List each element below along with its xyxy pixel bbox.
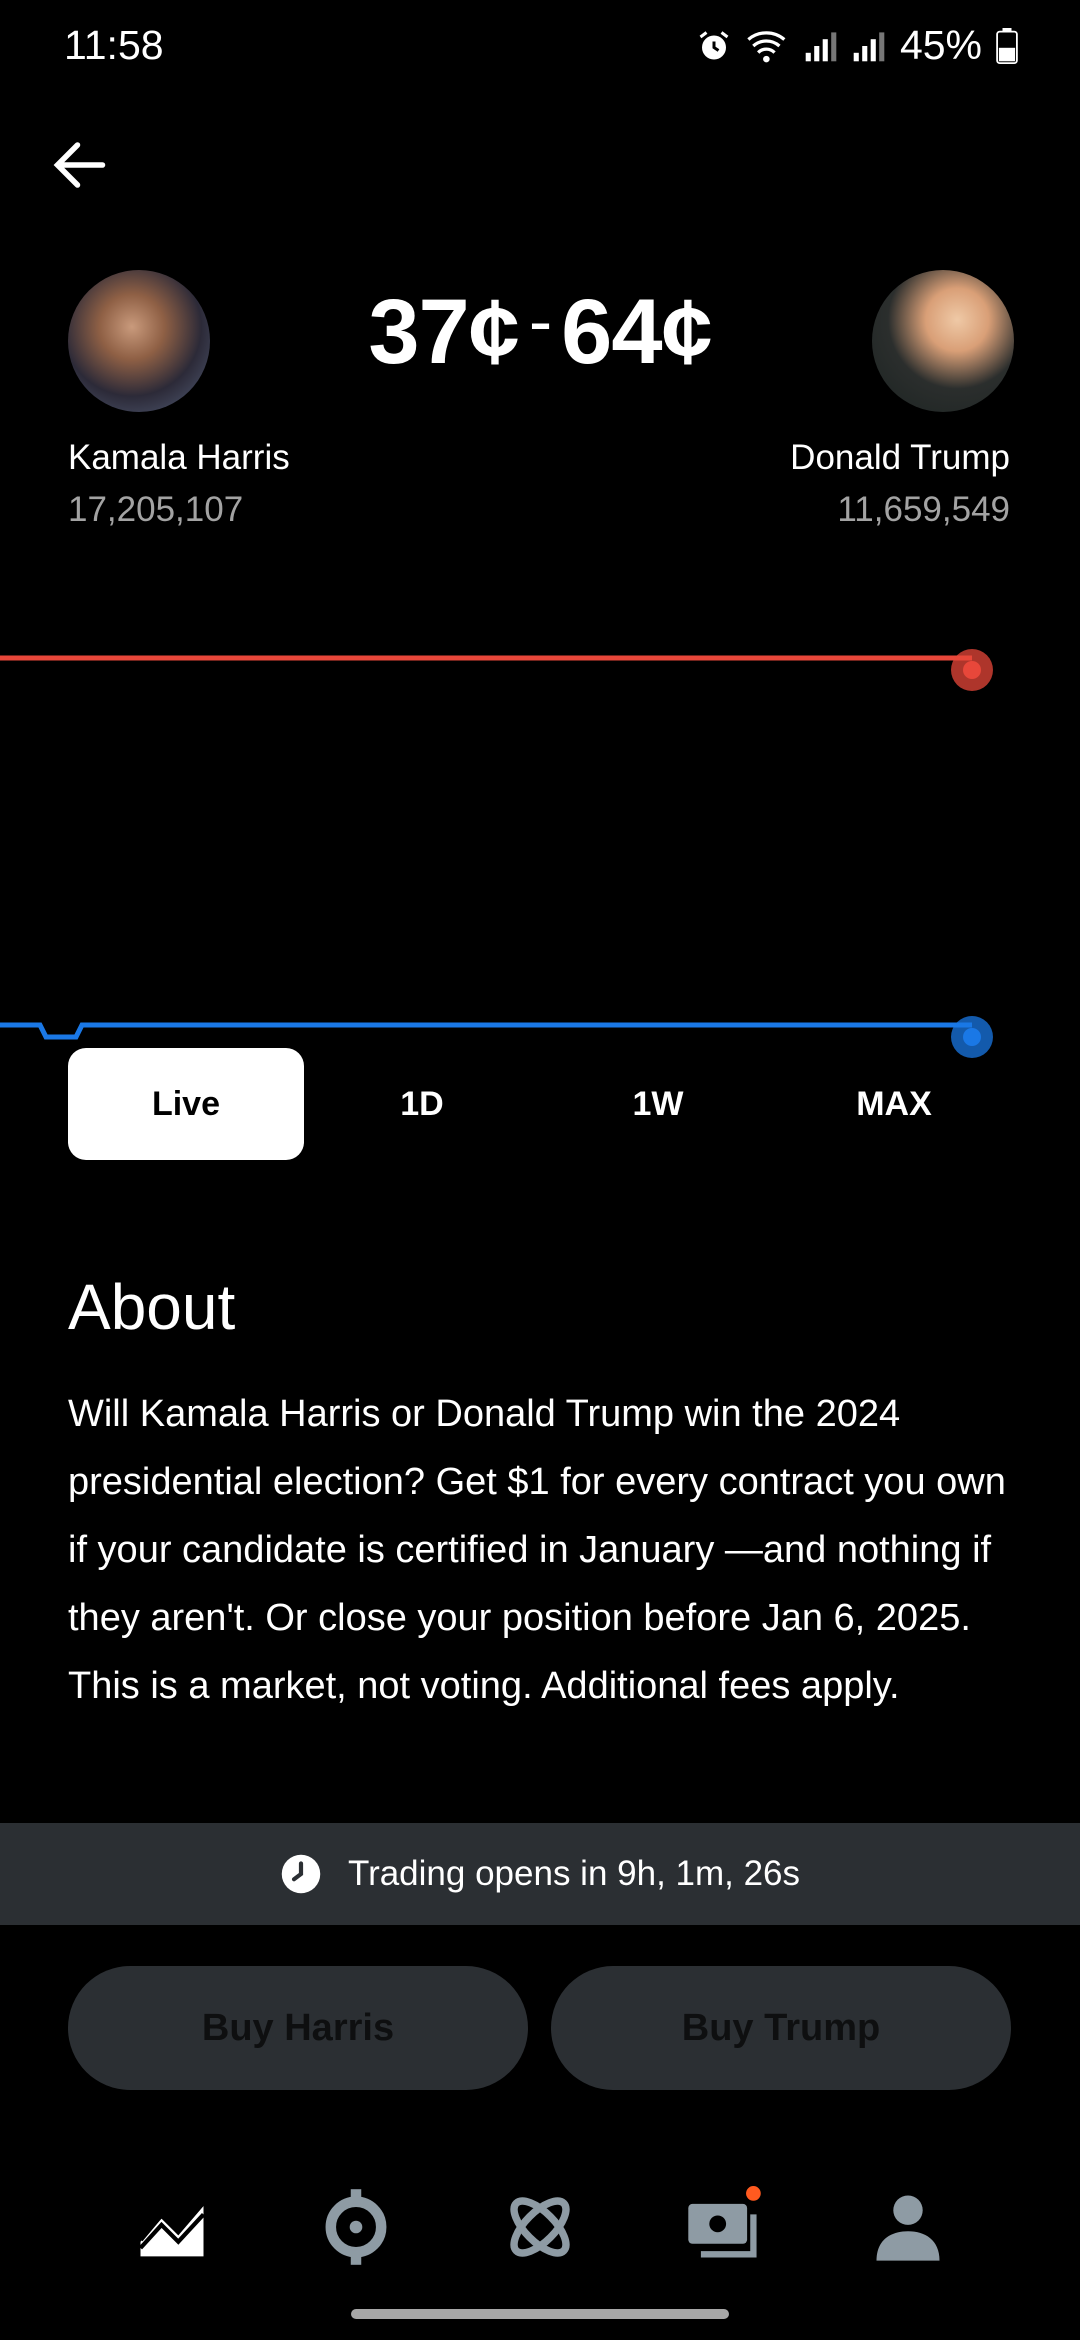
nav-orbit[interactable] [498,2185,582,2269]
buy-harris-button[interactable]: Buy Harris [68,1966,528,2090]
price-separator: - [528,282,552,360]
candidate-name-harris: Kamala Harris [68,438,290,477]
nav-crypto[interactable] [314,2185,398,2269]
chart-icon [138,2200,206,2257]
status-bar: 11:58 45% [0,0,1080,95]
harris-endpoint [963,661,981,679]
crypto-icon [325,2189,387,2265]
tab-1w[interactable]: 1W [540,1048,776,1160]
candidate-name-trump: Donald Trump [790,438,1010,477]
trump-endpoint [963,1028,981,1046]
clock-icon [281,1854,321,1894]
buy-trump-button[interactable]: Buy Trump [551,1966,1011,2090]
nav-chart[interactable] [130,2185,214,2269]
price-chart [0,649,993,1058]
trading-banner: Trading opens in 9h, 1m, 26s [0,1823,1080,1925]
price-low: 37¢ [368,281,519,383]
candidate-votes-trump: 11,659,549 [837,490,1010,529]
back-button[interactable] [50,135,110,195]
tab-live[interactable]: Live [68,1048,304,1160]
battery-icon [996,27,1018,64]
tab-max[interactable]: MAX [776,1048,1012,1160]
orbit-icon [510,2197,570,2257]
candidate-votes-harris: 17,205,107 [68,490,244,529]
nav-wallet[interactable] [682,2185,766,2269]
tab-1d[interactable]: 1D [304,1048,540,1160]
price-range: 37¢ -64¢ [0,280,1080,385]
about-title: About [68,1271,236,1343]
about-text: Will Kamala Harris or Donald Trump win t… [68,1393,1006,1707]
profile-icon [876,2195,940,2261]
trump-series-line [0,1022,972,1040]
signal-icon [805,31,837,61]
alarm-icon [699,30,729,59]
status-time: 11:58 [64,22,164,68]
home-indicator [351,2309,729,2319]
signal-icon [853,31,885,61]
status-icons: 45% [696,22,1018,69]
wifi-icon [747,30,786,62]
time-range-tabs: Live 1D 1W MAX [68,1048,1012,1160]
price-high: 64¢ [561,281,712,383]
arrow-left-icon [53,142,106,188]
trading-banner-text: Trading opens in 9h, 1m, 26s [347,1854,801,1893]
nav-profile[interactable] [866,2185,950,2269]
battery-percent: 45% [899,22,982,68]
bottom-nav [0,2175,1080,2275]
wallet-icon [688,2186,761,2258]
